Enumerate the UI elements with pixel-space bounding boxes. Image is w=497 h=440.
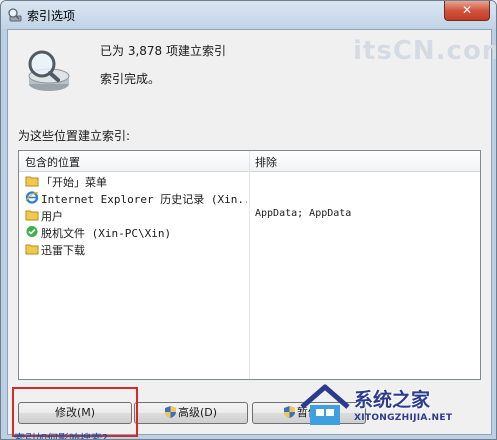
list-item[interactable]: Internet Explorer 历史记录 (Xin... bbox=[19, 190, 480, 207]
location-name: 用户 bbox=[41, 210, 63, 223]
column-header-included[interactable]: 包含的位置 bbox=[25, 154, 80, 170]
advanced-button-label: 高级(D) bbox=[177, 406, 218, 419]
indexed-locations-list[interactable]: 包含的位置 排除 「开始」菜单 Internet Explorer 历史记录 (… bbox=[18, 150, 481, 380]
logo-subtitle: XITONGZHIJIA.NET bbox=[354, 413, 453, 423]
indexing-options-icon bbox=[8, 8, 22, 22]
offline-files-icon bbox=[26, 226, 38, 237]
close-icon: ✕ bbox=[461, 3, 473, 17]
title-bar[interactable]: 索引选项 ✕ bbox=[1, 1, 496, 29]
folder-icon bbox=[25, 176, 39, 187]
folder-icon bbox=[25, 244, 39, 255]
location-name: 脱机文件 (Xin-PC\Xin) bbox=[41, 227, 172, 240]
list-item[interactable]: 「开始」菜单 bbox=[19, 173, 480, 190]
logo-title: 系统之家 bbox=[354, 389, 431, 411]
indexing-status-icon bbox=[28, 50, 70, 91]
list-item[interactable]: 脱机文件 (Xin-PC\Xin) bbox=[19, 224, 480, 241]
column-header-excluded[interactable]: 排除 bbox=[255, 154, 277, 170]
xitongzhijia-logo: 系统之家 XITONGZHIJIA.NET bbox=[294, 381, 494, 433]
list-item[interactable]: 用户 AppData; AppData bbox=[19, 207, 480, 224]
close-button[interactable]: ✕ bbox=[444, 1, 490, 21]
location-exclusions: AppData; AppData bbox=[255, 208, 352, 219]
dialog-body: itsCN.com 已为 3,878 项建立索引 索引完成。 为这些位置建立索引… bbox=[7, 29, 496, 439]
watermark-itscn: itsCN.com bbox=[353, 36, 497, 66]
advanced-button[interactable]: 高级(D) bbox=[134, 402, 248, 424]
location-name: 「开始」菜单 bbox=[41, 176, 107, 189]
indexed-count-text: 已为 3,878 项建立索引 bbox=[100, 44, 226, 58]
list-item[interactable]: 迅雷下载 bbox=[19, 241, 480, 258]
location-name: 迅雷下载 bbox=[41, 244, 85, 257]
locations-label: 为这些位置建立索引: bbox=[18, 129, 131, 143]
location-name: Internet Explorer 历史记录 (Xin... bbox=[41, 193, 247, 206]
folder-icon bbox=[25, 210, 39, 221]
window-title: 索引选项 bbox=[27, 9, 76, 23]
house-logo-icon bbox=[300, 384, 350, 425]
uac-shield-icon bbox=[164, 406, 176, 418]
indexing-status-text: 索引完成。 bbox=[100, 72, 161, 86]
indexing-options-window: 索引选项 ✕ itsCN.com 已为 3,878 项建立索引 索引完成。 为这… bbox=[0, 0, 497, 440]
help-link[interactable]: 索引如何影响搜索? bbox=[14, 430, 108, 439]
ie-icon bbox=[25, 191, 39, 204]
